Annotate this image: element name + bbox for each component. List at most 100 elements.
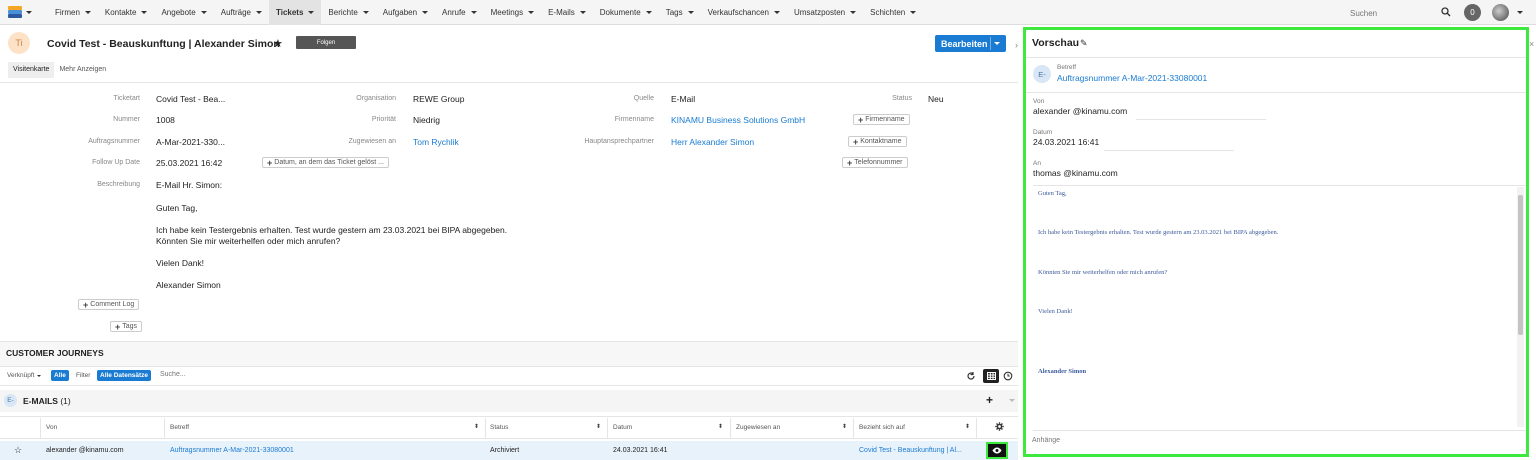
sort-icon[interactable]: ⬍: [596, 423, 601, 430]
nav-item-aufträge[interactable]: Aufträge: [214, 0, 269, 25]
chevron-down-icon: [910, 10, 917, 14]
gear-icon[interactable]: [995, 422, 1004, 431]
tab-mehr-anzeigen[interactable]: Mehr Anzeigen: [54, 62, 111, 78]
field-hauptansprechpartner[interactable]: Herr Alexander Simon: [671, 137, 754, 147]
star-icon[interactable]: ★: [273, 37, 283, 50]
app-logo[interactable]: [0, 0, 40, 25]
sort-icon[interactable]: ⬍: [474, 423, 479, 430]
sort-icon[interactable]: ⬍: [718, 423, 723, 430]
nav-item-dokumente[interactable]: Dokumente: [593, 0, 659, 25]
pencil-icon[interactable]: ✎: [1080, 38, 1088, 49]
nav-item-schichten[interactable]: Schichten: [863, 0, 923, 25]
column-header-bezieht[interactable]: Bezieht sich auf: [859, 424, 905, 431]
column-header-zugewiesen[interactable]: Zugewiesen an: [736, 424, 780, 431]
divider: [1026, 57, 1526, 58]
refresh-icon[interactable]: [966, 371, 976, 381]
linked-filter-pill[interactable]: Alle: [51, 370, 69, 381]
cell-betreff[interactable]: Auftragsnummer A-Mar-2021-33080001: [170, 447, 294, 454]
emails-count: (1): [60, 396, 71, 406]
nav-item-tickets[interactable]: Tickets: [268, 0, 322, 25]
chevron-down-icon: [141, 10, 148, 14]
chevron-down-icon: [579, 10, 586, 14]
journey-search-input[interactable]: [160, 371, 360, 378]
column-header-von[interactable]: Von: [46, 424, 57, 431]
datum-value: 24.03.2021 16:41: [1033, 137, 1100, 147]
preview-button[interactable]: [986, 442, 1008, 459]
nav-item-firmen[interactable]: Firmen: [48, 0, 98, 25]
close-icon[interactable]: ×: [1529, 39, 1534, 49]
records-filter-pill[interactable]: Alle Datensätze: [97, 370, 152, 381]
nav-item-umsatzposten[interactable]: Umsatzposten: [787, 0, 863, 25]
nav-item-e-mails[interactable]: E-Mails: [541, 0, 593, 25]
follow-button[interactable]: Folgen: [296, 36, 356, 49]
chevron-down-icon[interactable]: [994, 42, 1000, 45]
email-body: [1033, 185, 1526, 429]
filter-label: Filter: [76, 372, 91, 379]
global-search-input[interactable]: [1350, 5, 1455, 21]
table-view-button[interactable]: [983, 369, 999, 383]
tab-visitenkarte[interactable]: Visitenkarte: [8, 62, 55, 78]
add-firmenname-button[interactable]: + Firmenname: [853, 114, 910, 125]
notification-badge[interactable]: 0: [1464, 4, 1481, 21]
nav-item-berichte[interactable]: Berichte: [321, 0, 375, 25]
button-divider: [990, 37, 991, 50]
button-label: Kontaktname: [860, 138, 902, 145]
nav-item-aufgaben[interactable]: Aufgaben: [376, 0, 435, 25]
column-header-datum[interactable]: Datum: [613, 424, 632, 431]
field-firmenname[interactable]: KINAMU Business Solutions GmbH: [671, 115, 805, 125]
field-auftragsnummer: A-Mar-2021-330...: [156, 137, 225, 147]
column-separator: [853, 418, 854, 439]
chevron-down-icon: [528, 10, 535, 14]
divider: [1136, 119, 1266, 120]
column-header-status[interactable]: Status: [490, 424, 508, 431]
scrollbar-thumb[interactable]: [1518, 195, 1523, 335]
field-prioritaet: Niedrig: [413, 115, 440, 125]
add-email-icon[interactable]: +: [986, 393, 993, 407]
chevron-down-icon[interactable]: [1009, 399, 1015, 402]
sort-icon[interactable]: ⬍: [965, 423, 970, 430]
nav-item-kontakte[interactable]: Kontakte: [98, 0, 155, 25]
add-kontaktname-button[interactable]: + Kontaktname: [848, 136, 907, 147]
betreff-value[interactable]: Auftragsnummer A-Mar-2021-33080001: [1057, 73, 1207, 83]
nav-item-label: Schichten: [870, 7, 906, 17]
section-title: CUSTOMER JOURNEYS: [6, 348, 104, 358]
field-beschreibung: E-Mail Hr. Simon:: [156, 180, 223, 190]
chevron-down-icon: [470, 10, 477, 14]
nav-item-tags[interactable]: Tags: [659, 0, 701, 25]
collapse-panel-icon[interactable]: ›: [1015, 40, 1018, 50]
cell-bezieht[interactable]: Covid Test - Beauskunftung | Al...: [859, 447, 962, 454]
chevron-down-icon[interactable]: [1517, 11, 1523, 14]
stack-logo-icon: [8, 6, 22, 18]
emails-title-label: E-MAILS: [23, 396, 58, 406]
divider: [0, 82, 1018, 83]
nav-item-angebote[interactable]: Angebote: [154, 0, 213, 25]
linked-filter-dropdown[interactable]: Verknüpft: [7, 372, 42, 379]
column-separator: [607, 418, 608, 439]
cell-von: alexander @kinamu.com: [46, 447, 124, 454]
nav-item-label: Tags: [665, 7, 683, 17]
add-telefonnummer-button[interactable]: + Telefonnummer: [842, 157, 908, 168]
add-comment-log-button[interactable]: + Comment Log: [78, 299, 140, 310]
column-header-betreff[interactable]: Betreff: [170, 424, 189, 431]
add-tags-button[interactable]: + Tags: [110, 321, 143, 332]
field-zugewiesen-an[interactable]: Tom Rychlik: [413, 137, 459, 147]
user-avatar[interactable]: [1492, 4, 1509, 21]
filter-label: Verknüpft: [7, 372, 35, 379]
nav-item-verkaufschancen[interactable]: Verkaufschancen: [701, 0, 787, 25]
add-solved-date-button[interactable]: + Datum, an dem das Ticket gelöst ...: [262, 157, 389, 168]
email-avatar: E-: [4, 394, 17, 407]
divider: [1033, 430, 1526, 431]
email-body-line: Ich habe kein Testergebnis erhalten. Tes…: [1038, 229, 1279, 236]
clock-icon[interactable]: [1003, 371, 1013, 381]
search-icon[interactable]: [1441, 7, 1451, 17]
nav-item-meetings[interactable]: Meetings: [484, 0, 541, 25]
field-quelle: E-Mail: [671, 94, 696, 104]
star-icon[interactable]: ☆: [14, 445, 22, 456]
field-label: Follow Up Date: [92, 159, 140, 166]
nav-item-anrufe[interactable]: Anrufe: [435, 0, 484, 25]
email-body-line: Guten Tag,: [1038, 190, 1067, 197]
description-line: Könnten Sie mir weiterhelfen oder mich a…: [156, 236, 341, 246]
sort-icon[interactable]: ⬍: [842, 423, 847, 430]
edit-button[interactable]: Bearbeiten: [935, 35, 1006, 52]
chevron-down-icon: [687, 10, 694, 14]
